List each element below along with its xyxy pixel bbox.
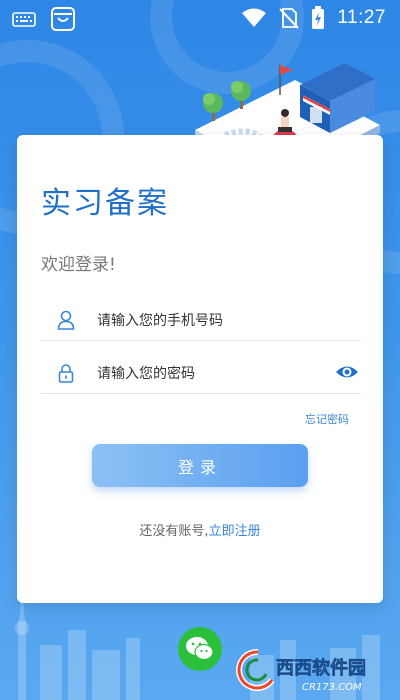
user-icon bbox=[57, 310, 75, 330]
wechat-icon bbox=[186, 637, 214, 661]
page-title: 实习备案 bbox=[41, 186, 169, 221]
watermark-url: CR173.COM bbox=[302, 682, 362, 693]
wifi-icon bbox=[242, 8, 267, 27]
phone-field[interactable]: 请输入您的手机号码 bbox=[41, 300, 361, 341]
no-sim-icon bbox=[279, 8, 300, 29]
watermark-logo: 西西软件园 CR173.COM bbox=[236, 648, 366, 693]
lock-icon bbox=[58, 364, 74, 383]
eye-icon[interactable] bbox=[335, 362, 359, 382]
password-input-placeholder[interactable]: 请输入您的密码 bbox=[97, 363, 195, 383]
watermark-brand: 西西软件园 bbox=[276, 657, 366, 679]
login-button[interactable]: 登录 bbox=[92, 444, 308, 487]
forgot-password-link[interactable]: 忘记密码 bbox=[305, 411, 349, 427]
no-account-text: 还没有账号, bbox=[139, 524, 209, 539]
register-link[interactable]: 立即注册 bbox=[209, 524, 261, 539]
welcome-text: 欢迎登录! bbox=[41, 255, 116, 275]
shopping-bag-icon bbox=[51, 7, 75, 31]
status-bar: 11:27 bbox=[0, 0, 400, 36]
wechat-login-button[interactable] bbox=[178, 627, 222, 671]
register-prompt: 还没有账号,立即注册 bbox=[17, 520, 383, 539]
phone-input-placeholder[interactable]: 请输入您的手机号码 bbox=[97, 310, 223, 330]
battery-charging-icon bbox=[312, 6, 325, 29]
status-time: 11:27 bbox=[337, 7, 386, 28]
login-card: 实习备案 欢迎登录! 请输入您的手机号码 请输入您的密码 忘记密码 登录 还没有… bbox=[17, 135, 383, 603]
password-field[interactable]: 请输入您的密码 bbox=[41, 353, 361, 394]
keyboard-icon bbox=[12, 12, 36, 27]
